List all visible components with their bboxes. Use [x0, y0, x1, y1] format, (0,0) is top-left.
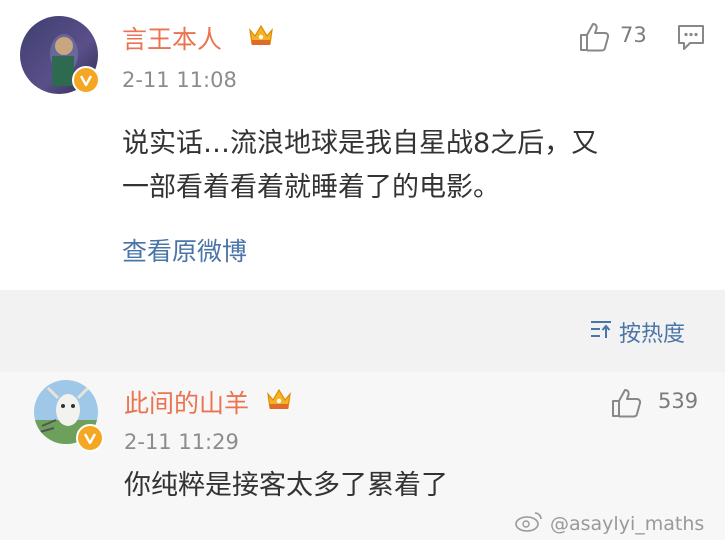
sort-by-hot-button[interactable]: 按热度	[589, 316, 685, 348]
reply-text: 你纯粹是接客太多了累着了	[124, 470, 448, 501]
sort-label: 按热度	[619, 322, 686, 347]
reply-timestamp: 2-11 11:29	[124, 430, 239, 454]
view-original-link[interactable]: 查看原微博	[122, 232, 247, 268]
comment-text: 说实话…流浪地球是我自星战8之后，又 一部看着看着就睡着了的电影。	[122, 122, 717, 210]
watermark-text: @asaylyi_maths	[550, 512, 705, 535]
comment-timestamp: 2-11 11:08	[122, 68, 237, 92]
verified-badge-icon	[72, 66, 100, 94]
comment-icon[interactable]	[676, 22, 706, 56]
reply-username[interactable]: 此间的山羊	[124, 384, 249, 420]
vip-crown-icon	[246, 20, 276, 54]
comment-username[interactable]: 言王本人	[122, 20, 222, 56]
weibo-logo-icon	[514, 510, 544, 537]
sort-icon	[589, 318, 613, 346]
comment-text-line: 说实话…流浪地球是我自星战8之后，又	[122, 128, 599, 159]
thumbs-up-icon	[610, 386, 644, 424]
vip-crown-icon	[264, 384, 294, 418]
reply-card: 此间的山羊 2-11 11:29 539 你纯粹是接客太多了累着了 @asayl…	[0, 372, 725, 540]
verified-badge-icon	[76, 424, 104, 452]
like-button[interactable]: 73	[578, 20, 668, 54]
thumbs-up-icon	[578, 20, 612, 58]
comment-text-line: 一部看着看着就睡着了的电影。	[122, 172, 500, 203]
main-comment-card: 言王本人 2-11 11:08 73 说实话…流浪地球是我自星战8之后，又 一部…	[0, 0, 725, 290]
like-button[interactable]: 539	[610, 386, 710, 420]
like-count: 73	[620, 23, 647, 47]
watermark: @asaylyi_maths	[514, 510, 704, 537]
like-count: 539	[658, 389, 699, 413]
